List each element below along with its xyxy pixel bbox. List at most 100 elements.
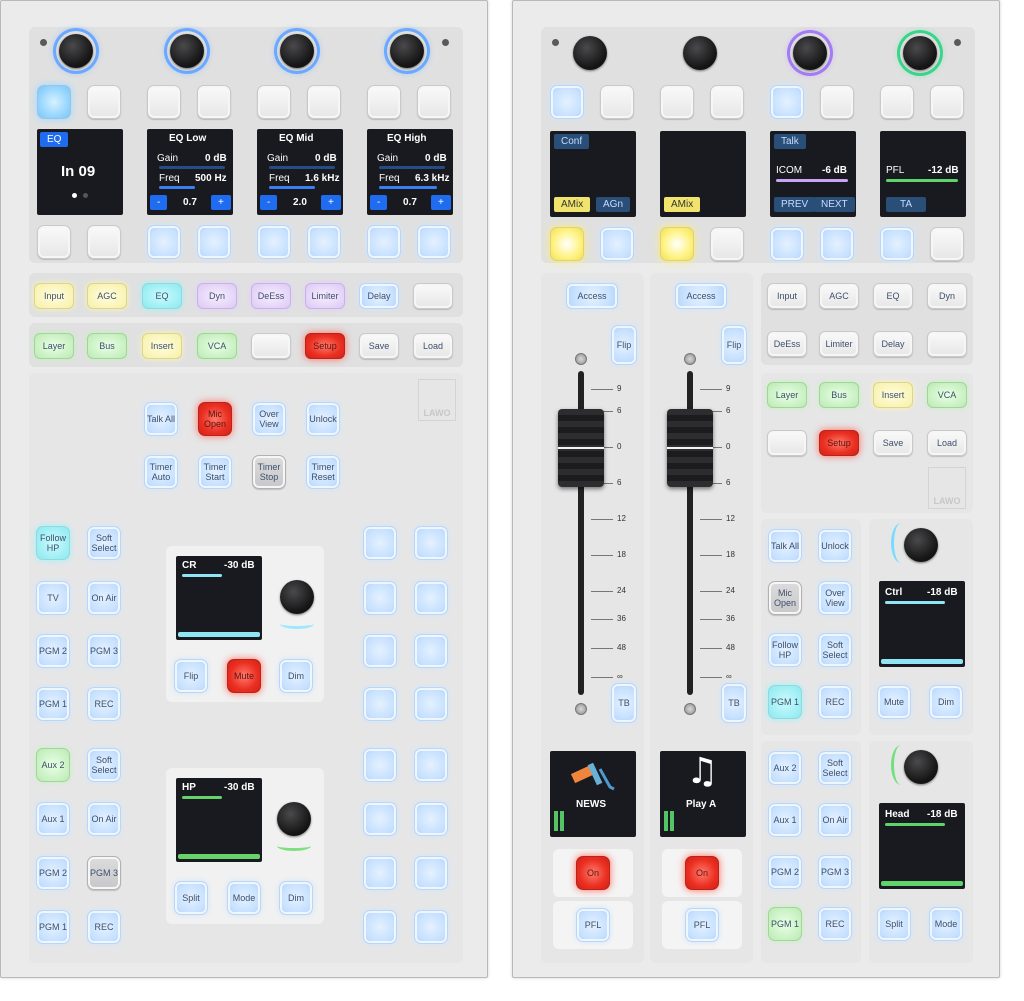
overview-button[interactable]: Over View [818,581,852,615]
vca-button[interactable]: VCA [927,382,967,408]
channel-button[interactable] [147,85,181,119]
soft-select-button[interactable]: Soft Select [818,751,852,785]
pgm3-button[interactable]: PGM 3 [87,634,121,668]
agn-tag[interactable]: AGn [596,197,631,212]
channel-button[interactable] [307,225,341,259]
timer-auto-button[interactable]: Timer Auto [144,455,178,489]
tv-button[interactable]: TV [36,581,70,615]
tb-button[interactable]: TB [721,683,747,723]
split-button[interactable]: Split [877,907,911,941]
channel-button[interactable] [37,225,71,259]
channel-button[interactable] [710,227,744,261]
mic-open-button[interactable]: Mic Open [198,402,232,436]
mode-button[interactable]: Mode [929,907,963,941]
pgm1-button[interactable]: PGM 1 [36,687,70,721]
save-button[interactable]: Save [873,430,913,456]
channel-button[interactable] [600,227,634,261]
eq-button[interactable]: EQ [873,283,913,309]
channel-select-button[interactable] [37,85,71,119]
load-button[interactable]: Load [927,430,967,456]
rec-button[interactable]: REC [818,685,852,719]
channel-knob[interactable] [56,31,96,71]
user-key[interactable] [414,526,448,560]
setup-button[interactable]: Setup [305,333,345,359]
pgm3-button[interactable]: PGM 3 [87,856,121,890]
on-air-button[interactable]: On Air [87,802,121,836]
flip-button[interactable]: Flip [611,325,637,365]
on-button[interactable]: On [576,856,610,890]
user-key[interactable] [363,634,397,668]
channel-button[interactable] [257,225,291,259]
plus-button[interactable]: + [431,195,451,210]
follow-hp-button[interactable]: Follow HP [768,633,802,667]
channel-fader[interactable] [558,409,604,487]
eq-button[interactable]: EQ [142,283,182,309]
user-key[interactable] [414,802,448,836]
rec-button[interactable]: REC [87,687,121,721]
timer-reset-button[interactable]: Timer Reset [306,455,340,489]
amix-tag[interactable]: AMix [554,197,591,212]
pgm2-button[interactable]: PGM 2 [36,856,70,890]
channel-button[interactable] [147,225,181,259]
unlock-button[interactable]: Unlock [818,529,852,563]
overview-button[interactable]: Over View [252,402,286,436]
setup-button[interactable]: Setup [819,430,859,456]
blank-button[interactable] [251,333,291,359]
user-key[interactable] [363,687,397,721]
channel-button[interactable] [367,225,401,259]
channel-button[interactable] [880,227,914,261]
layer-button[interactable]: Layer [34,333,74,359]
user-key[interactable] [414,634,448,668]
channel-button[interactable] [550,227,584,261]
plus-button[interactable]: + [321,195,341,210]
plus-button[interactable]: + [211,195,231,210]
aux1-button[interactable]: Aux 1 [768,803,802,837]
on-air-button[interactable]: On Air [818,803,852,837]
channel-button[interactable] [930,227,964,261]
user-key[interactable] [414,748,448,782]
soft-select-button[interactable]: Soft Select [87,748,121,782]
user-key[interactable] [414,687,448,721]
dyn-button[interactable]: Dyn [197,283,237,309]
pgm1-button[interactable]: PGM 1 [768,907,802,941]
load-button[interactable]: Load [413,333,453,359]
blank-button[interactable] [927,331,967,357]
channel-button[interactable] [660,85,694,119]
channel-knob[interactable] [680,33,720,73]
talk-all-button[interactable]: Talk All [768,529,802,563]
on-button[interactable]: On [685,856,719,890]
minus-button[interactable]: - [370,195,388,210]
input-button[interactable]: Input [767,283,807,309]
channel-knob[interactable] [900,33,940,73]
bus-button[interactable]: Bus [819,382,859,408]
mute-button[interactable]: Mute [877,685,911,719]
channel-button[interactable] [710,85,744,119]
minus-button[interactable]: - [150,195,168,210]
bus-button[interactable]: Bus [87,333,127,359]
channel-button[interactable] [820,227,854,261]
talk-all-button[interactable]: Talk All [144,402,178,436]
channel-knob[interactable] [167,31,207,71]
aux1-button[interactable]: Aux 1 [36,802,70,836]
layer-button[interactable]: Layer [767,382,807,408]
timer-start-button[interactable]: Timer Start [198,455,232,489]
mode-button[interactable]: Mode [227,881,261,915]
save-button[interactable]: Save [359,333,399,359]
access-button[interactable]: Access [566,283,618,309]
dim-button[interactable]: Dim [279,659,313,693]
user-key[interactable] [363,748,397,782]
mute-button[interactable]: Mute [227,659,261,693]
amix-tag[interactable]: AMix [664,197,701,212]
pgm2-button[interactable]: PGM 2 [768,855,802,889]
prev-tag[interactable]: PREV [774,197,816,212]
channel-knob[interactable] [790,33,830,73]
hp-volume-knob[interactable] [274,799,314,839]
dim-button[interactable]: Dim [929,685,963,719]
pgm2-button[interactable]: PGM 2 [36,634,70,668]
channel-button[interactable] [660,227,694,261]
access-button[interactable]: Access [675,283,727,309]
limiter-button[interactable]: Limiter [819,331,859,357]
vca-button[interactable]: VCA [197,333,237,359]
channel-knob[interactable] [387,31,427,71]
tb-button[interactable]: TB [611,683,637,723]
